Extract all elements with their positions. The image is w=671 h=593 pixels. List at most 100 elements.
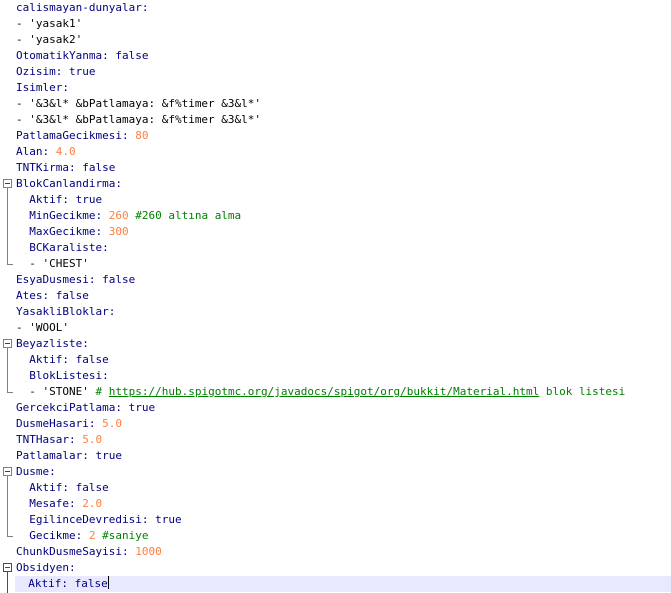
code-token: '&3&l* &bPatlamaya: &f%timer &3&l*' (29, 97, 262, 110)
code-line[interactable]: Ates: false (16, 288, 671, 304)
code-line[interactable]: BlokCanlandirma: (16, 176, 671, 192)
code-token: - (16, 113, 30, 126)
code-line[interactable]: BCKaraliste: (16, 240, 671, 256)
code-token: TNTKirma: (16, 161, 83, 174)
code-line[interactable]: - 'yasak1' (16, 16, 671, 32)
code-token: true (75, 193, 103, 206)
code-token: 4.0 (55, 145, 76, 158)
code-line[interactable]: Patlamalar: true (16, 448, 671, 464)
code-token: 80 (135, 129, 149, 142)
code-token: MaxGecikme: (16, 225, 109, 238)
code-token: false (74, 577, 108, 590)
code-line[interactable]: MaxGecikme: 300 (16, 224, 671, 240)
code-line[interactable]: Aktif: true (16, 192, 671, 208)
url-link[interactable]: https://hub.spigotmc.org/javadocs/spigot… (109, 385, 539, 398)
fold-collapse-icon[interactable] (3, 339, 12, 348)
code-token: Obsidyen: (16, 561, 76, 574)
fold-guide-line (7, 572, 8, 593)
fold-guide-line (7, 476, 8, 536)
code-token: Dusme: (16, 465, 56, 478)
code-token: - (16, 17, 30, 30)
fold-collapse-icon[interactable] (3, 179, 12, 188)
code-line[interactable]: Isimler: (16, 80, 671, 96)
code-line[interactable]: TNTHasar: 5.0 (16, 432, 671, 448)
code-token: true (68, 65, 96, 78)
code-line[interactable]: Mesafe: 2.0 (16, 496, 671, 512)
code-token: BCKaraliste: (16, 241, 109, 254)
code-token: # (95, 385, 109, 398)
fold-end-marker (7, 264, 13, 265)
fold-guide-line (7, 188, 8, 264)
code-token: Isimler: (16, 81, 69, 94)
code-line[interactable]: EsyaDusmesi: false (16, 272, 671, 288)
code-token: 5.0 (102, 417, 122, 430)
code-line[interactable]: Dusme: (16, 464, 671, 480)
code-token: 2.0 (82, 497, 103, 510)
code-token: Beyazliste: (16, 337, 89, 350)
fold-collapse-icon[interactable] (3, 467, 12, 476)
code-editor[interactable]: calismayan-dunyalar: - 'yasak1' - 'yasak2'… (0, 0, 671, 593)
code-token: 2 (88, 529, 103, 542)
code-line[interactable]: - '&3&l* &bPatlamaya: &f%timer &3&l*' (16, 112, 671, 128)
fold-end-marker (7, 392, 13, 393)
code-line[interactable]: GercekciPatlama: true (16, 400, 671, 416)
code-token: - (16, 385, 43, 398)
code-token: MinGecikme: (16, 209, 109, 222)
code-token: - (16, 97, 30, 110)
code-line[interactable]: Aktif: false (15, 576, 671, 592)
code-token: ChunkDusmeSayisi: (16, 545, 136, 558)
code-token: 'CHEST' (42, 257, 89, 270)
code-line[interactable]: DusmeHasari: 5.0 (16, 416, 671, 432)
code-token: Ozisim: (16, 65, 69, 78)
code-line[interactable]: Aktif: false (16, 480, 671, 496)
code-line[interactable]: MinGecikme: 260 #260 altına alma (16, 208, 671, 224)
code-token: YasakliBloklar: (16, 305, 116, 318)
code-line[interactable]: - '&3&l* &bPatlamaya: &f%timer &3&l*' (16, 96, 671, 112)
code-line[interactable]: ChunkDusmeSayisi: 1000 (16, 544, 671, 560)
fold-collapse-icon[interactable] (3, 563, 12, 572)
text-caret (107, 576, 109, 589)
code-token: Aktif: (16, 481, 76, 494)
code-token: Alan: (16, 145, 56, 158)
code-token: #saniye (102, 529, 149, 542)
code-token: 'yasak2' (29, 33, 83, 46)
code-token: BlokListesi: (16, 369, 109, 382)
code-line[interactable]: Alan: 4.0 (16, 144, 671, 160)
code-token: 300 (108, 225, 129, 238)
code-line[interactable]: EgilinceDevredisi: true (16, 512, 671, 528)
code-line[interactable]: - 'yasak2' (16, 32, 671, 48)
code-line[interactable]: Beyazliste: (16, 336, 671, 352)
code-token: - (16, 257, 43, 270)
code-token: Patlamalar: (16, 449, 96, 462)
code-token: true (128, 401, 156, 414)
code-token: DusmeHasari: (16, 417, 103, 430)
code-line[interactable]: TNTKirma: false (16, 160, 671, 176)
code-token: 5.0 (82, 433, 103, 446)
code-token: - (16, 33, 30, 46)
code-line[interactable]: - 'WOOL' (16, 320, 671, 336)
code-token: false (75, 481, 109, 494)
code-line[interactable]: Ozisim: true (16, 64, 671, 80)
code-line[interactable]: Aktif: false (16, 352, 671, 368)
fold-end-marker (7, 536, 13, 537)
code-token: true (95, 449, 122, 462)
code-token: EsyaDusmesi: (16, 273, 103, 286)
code-token: false (115, 49, 149, 62)
code-token: false (75, 353, 109, 366)
code-line[interactable]: - 'STONE' # https://hub.spigotmc.org/jav… (16, 384, 671, 400)
code-line[interactable]: PatlamaGecikmesi: 80 (16, 128, 671, 144)
code-line[interactable]: calismayan-dunyalar: (16, 0, 671, 16)
code-token: Ates: (16, 289, 56, 302)
code-line[interactable]: BlokListesi: (16, 368, 671, 384)
code-line[interactable]: OtomatikYanma: false (16, 48, 671, 64)
code-token: 'STONE' (42, 385, 96, 398)
code-token: blok listesi (539, 385, 626, 398)
code-line[interactable]: - 'CHEST' (16, 256, 671, 272)
code-token: calismayan-dunyalar: (16, 1, 149, 14)
code-line[interactable]: YasakliBloklar: (16, 304, 671, 320)
code-token: false (55, 289, 89, 302)
code-token: TNTHasar: (16, 433, 83, 446)
code-token: BlokCanlandirma: (16, 177, 122, 190)
code-line[interactable]: Gecikme: 2 #saniye (16, 528, 671, 544)
code-line[interactable]: Obsidyen: (16, 560, 671, 576)
